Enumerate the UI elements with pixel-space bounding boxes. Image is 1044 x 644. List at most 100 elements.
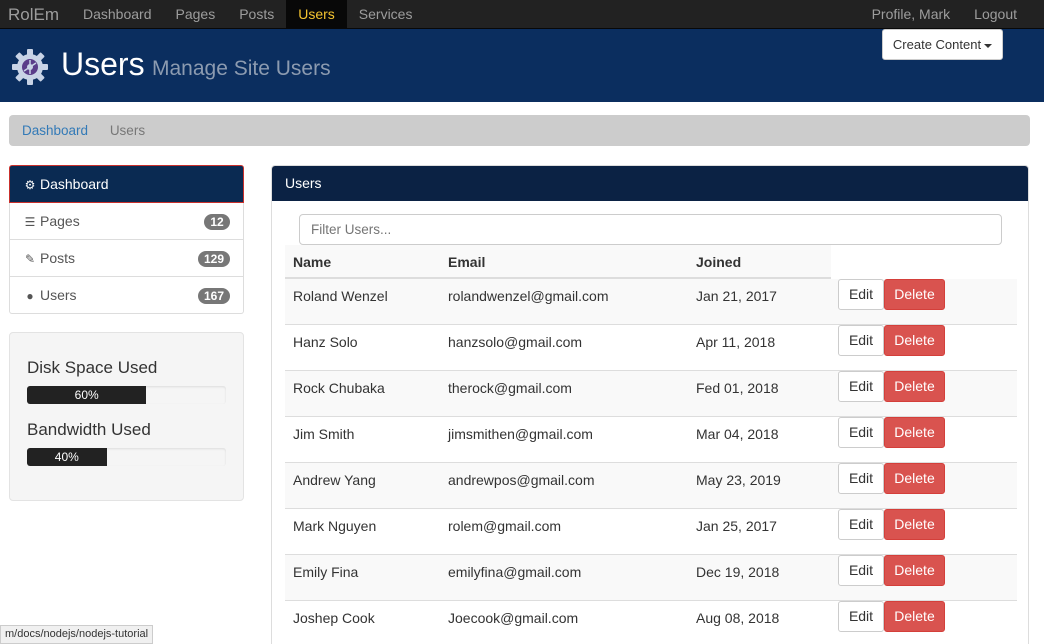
user-joined: Fed 01, 2018 xyxy=(696,380,779,396)
bandwidth-progress: 40% xyxy=(27,448,226,466)
disk-space-bar: 60% xyxy=(27,386,147,404)
table-row: Mark Nguyen rolem@gmail.com Jan 25, 2017 Ed… xyxy=(285,509,1017,555)
edit-button[interactable]: Edit xyxy=(838,371,884,402)
delete-button[interactable]: Delete xyxy=(884,417,945,448)
user-email: jimsmithen@gmail.com xyxy=(448,426,593,442)
table-row: Rock Chubaka therock@gmail.com Fed 01, 201… xyxy=(285,371,1017,417)
gear-icon xyxy=(12,49,48,85)
user-email: hanzsolo@gmail.com xyxy=(448,334,583,350)
user-joined: May 23, 2019 xyxy=(696,472,781,488)
table-row: Andrew Yang andrewpos@gmail.com May 23, 20… xyxy=(285,463,1017,509)
table-row: Joshep Cook Joecook@gmail.com Aug 08, 2018… xyxy=(285,601,1017,644)
top-navbar: RolEm Dashboard Pages Posts Users Servic… xyxy=(0,0,1044,29)
delete-button[interactable]: Delete xyxy=(884,279,945,310)
create-content-label: Create Content xyxy=(892,37,982,52)
table-row: Jim Smith jimsmithen@gmail.com Mar 04, 201… xyxy=(285,417,1017,463)
status-bar-url: m/docs/nodejs/nodejs-tutorial xyxy=(0,625,154,644)
usage-well: Disk Space Used 60% Bandwidth Used 40% xyxy=(9,332,244,501)
sidebar-item-pages[interactable]: ☰ Pages 12 xyxy=(9,203,244,240)
user-name: Roland Wenzel xyxy=(293,288,388,304)
user-email: emilyfina@gmail.com xyxy=(448,564,582,580)
edit-button[interactable]: Edit xyxy=(838,417,884,448)
page-header: Users Manage Site Users Create Content xyxy=(0,29,1044,102)
sidebar-item-users[interactable]: ● Users 167 xyxy=(9,277,244,314)
nav-posts[interactable]: Posts xyxy=(227,0,286,29)
user-email: andrewpos@gmail.com xyxy=(448,472,595,488)
user-email: therock@gmail.com xyxy=(448,380,572,396)
nav-pages[interactable]: Pages xyxy=(164,0,228,29)
column-header-joined: Joined xyxy=(696,254,742,270)
breadcrumb-users: Users xyxy=(109,123,146,138)
table-row: Roland Wenzel rolandwenzel@gmail.com Jan 2… xyxy=(285,279,1017,325)
user-joined: Jan 21, 2017 xyxy=(696,288,777,304)
delete-button[interactable]: Delete xyxy=(884,463,945,494)
create-content-button[interactable]: Create Content xyxy=(882,29,1003,60)
sidebar-item-label: Dashboard xyxy=(40,176,109,192)
edit-button[interactable]: Edit xyxy=(838,601,884,632)
panel-title: Users xyxy=(272,166,1028,201)
user-joined: Jan 25, 2017 xyxy=(696,518,777,534)
sidebar-item-label: Users xyxy=(40,287,77,303)
nav-users[interactable]: Users xyxy=(286,0,347,29)
nav-dashboard[interactable]: Dashboard xyxy=(71,0,164,29)
count-badge: 129 xyxy=(197,251,230,267)
user-email: rolandwenzel@gmail.com xyxy=(448,288,609,304)
user-name: Mark Nguyen xyxy=(293,518,377,534)
bandwidth-bar: 40% xyxy=(27,448,107,466)
sidebar-menu: ⚙ Dashboard ☰ Pages 12 ✎ Posts 129 ● Users 1… xyxy=(9,165,244,314)
nav-services[interactable]: Services xyxy=(347,0,425,29)
sidebar-item-label: Posts xyxy=(40,250,76,266)
edit-button[interactable]: Edit xyxy=(838,279,884,310)
delete-button[interactable]: Delete xyxy=(884,325,945,356)
disk-space-progress: 60% xyxy=(27,386,226,404)
user-name: Andrew Yang xyxy=(293,472,376,488)
caret-down-icon xyxy=(984,43,993,48)
delete-button[interactable]: Delete xyxy=(884,601,945,632)
page-subtitle: Manage Site Users xyxy=(152,57,331,80)
user-joined: Dec 19, 2018 xyxy=(696,564,780,580)
table-body: Roland Wenzel rolandwenzel@gmail.com Jan 2… xyxy=(285,279,1017,644)
filter-users-input[interactable] xyxy=(299,214,1002,245)
edit-button[interactable]: Edit xyxy=(838,555,884,586)
delete-button[interactable]: Delete xyxy=(884,509,945,540)
user-joined: Apr 11, 2018 xyxy=(696,334,776,350)
user-email: Joecook@gmail.com xyxy=(448,610,579,626)
pencil-icon: ✎ xyxy=(24,252,36,266)
disk-space-label: Disk Space Used xyxy=(27,358,158,377)
sidebar-item-dashboard[interactable]: ⚙ Dashboard xyxy=(9,165,244,203)
nav-profile[interactable]: Profile, Mark xyxy=(860,0,963,29)
sidebar-item-posts[interactable]: ✎ Posts 129 xyxy=(9,240,244,277)
user-name: Hanz Solo xyxy=(293,334,358,350)
edit-button[interactable]: Edit xyxy=(838,509,884,540)
column-header-email: Email xyxy=(448,254,486,270)
user-joined: Aug 08, 2018 xyxy=(696,610,780,626)
user-name: Joshep Cook xyxy=(293,610,375,626)
bandwidth-label: Bandwidth Used xyxy=(27,420,151,439)
user-name: Emily Fina xyxy=(293,564,359,580)
edit-button[interactable]: Edit xyxy=(838,325,884,356)
user-joined: Mar 04, 2018 xyxy=(696,426,779,442)
count-badge: 12 xyxy=(204,214,230,230)
table-header: Name Email Joined xyxy=(285,245,831,279)
user-nav: Profile, Mark Logout xyxy=(860,0,1029,29)
delete-button[interactable]: Delete xyxy=(884,555,945,586)
delete-button[interactable]: Delete xyxy=(884,371,945,402)
column-header-name: Name xyxy=(293,254,332,270)
page-title: Users xyxy=(61,46,145,82)
breadcrumb: Dashboard Users xyxy=(9,115,1030,146)
main-nav: Dashboard Pages Posts Users Services xyxy=(71,0,424,29)
nav-logout[interactable]: Logout xyxy=(962,0,1029,29)
edit-button[interactable]: Edit xyxy=(838,463,884,494)
breadcrumb-dashboard[interactable]: Dashboard xyxy=(22,123,88,138)
user-email: rolem@gmail.com xyxy=(448,518,562,534)
sidebar-item-label: Pages xyxy=(40,213,80,229)
users-panel: Users Name Email Joined Roland Wenzel rol… xyxy=(271,165,1029,644)
users-table: Name Email Joined Roland Wenzel rolandwen… xyxy=(285,245,1017,644)
brand-logo[interactable]: RolEm xyxy=(8,0,59,29)
table-row: Hanz Solo hanzsolo@gmail.com Apr 11, 2018 E… xyxy=(285,325,1017,371)
user-name: Jim Smith xyxy=(293,426,355,442)
count-badge: 167 xyxy=(197,288,230,304)
user-name: Rock Chubaka xyxy=(293,380,385,396)
user-icon: ● xyxy=(26,289,34,303)
list-icon: ☰ xyxy=(24,215,36,229)
